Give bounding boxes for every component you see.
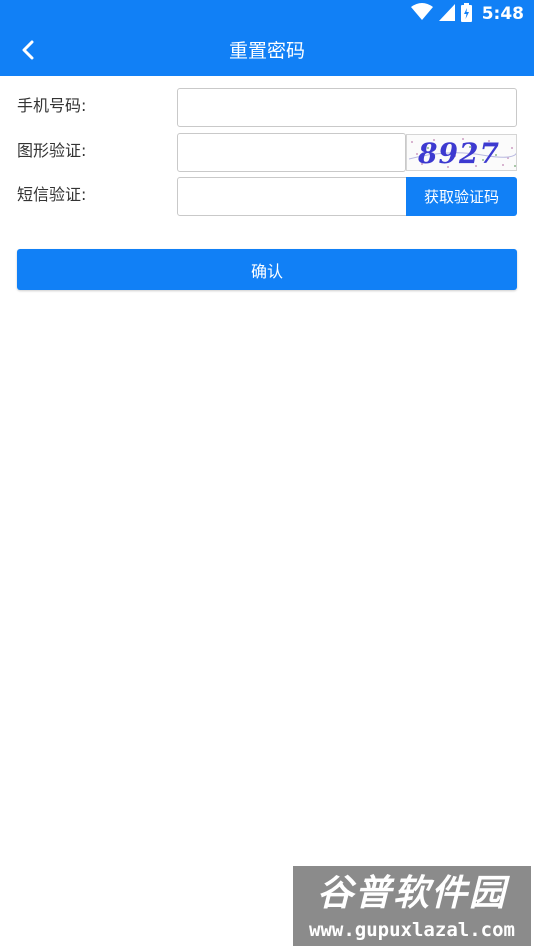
page-title: 重置密码	[228, 40, 305, 62]
wifi-icon	[410, 3, 433, 25]
captcha-label: 图形验证:	[17, 141, 87, 160]
phone-input[interactable]	[177, 88, 517, 127]
sms-label: 短信验证:	[17, 185, 87, 204]
app-header: 5:48 重置密码	[0, 0, 534, 76]
captcha-input[interactable]	[177, 133, 406, 172]
site-watermark: 谷普软件园 www.gupuxlazal.com	[293, 866, 531, 946]
battery-icon	[460, 2, 472, 26]
cell-signal-icon	[438, 3, 455, 25]
phone-label: 手机号码:	[17, 96, 87, 115]
title-bar: 重置密码	[0, 28, 534, 76]
sms-row: 短信验证: 获取验证码	[0, 177, 534, 217]
captcha-image[interactable]: 8927	[406, 134, 517, 171]
confirm-button[interactable]: 确认	[17, 249, 517, 290]
phone-row: 手机号码:	[0, 88, 534, 128]
status-time: 5:48	[481, 4, 524, 24]
get-sms-code-button[interactable]: 获取验证码	[406, 177, 517, 216]
captcha-row: 图形验证: 8927	[0, 133, 534, 173]
status-bar: 5:48	[0, 0, 534, 28]
status-icons: 5:48	[410, 2, 524, 26]
watermark-title: 谷普软件园	[316, 873, 507, 914]
watermark-url: www.gupuxlazal.com	[309, 919, 515, 941]
sms-code-input[interactable]	[177, 177, 407, 216]
captcha-text: 8927	[418, 137, 500, 170]
